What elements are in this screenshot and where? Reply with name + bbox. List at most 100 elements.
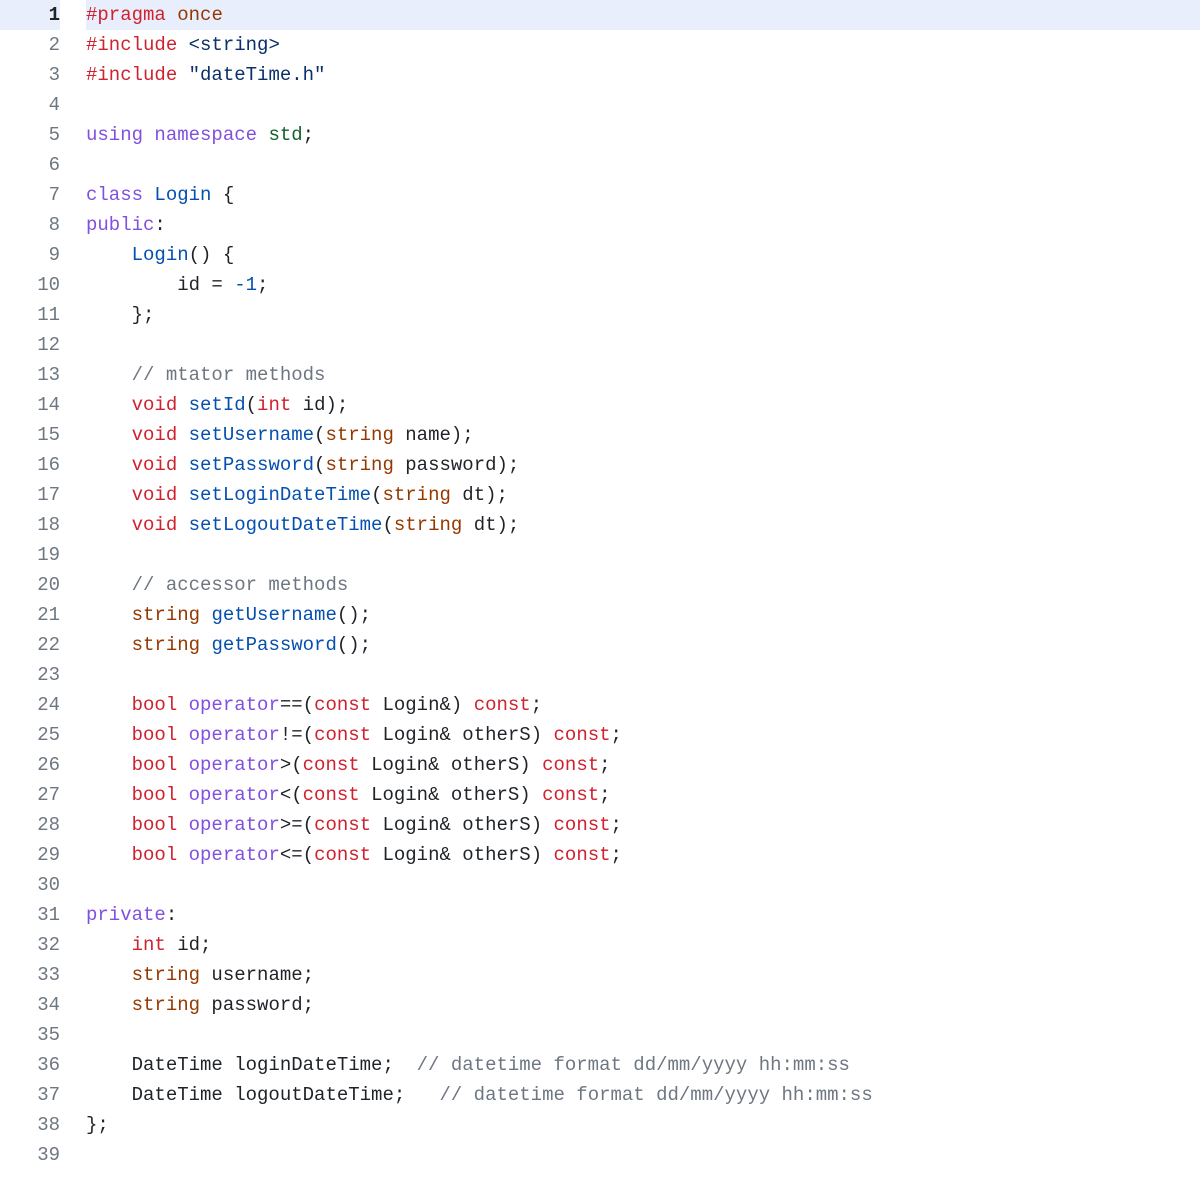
code-line [86, 870, 1200, 900]
line-number[interactable]: 18 [0, 510, 60, 540]
token-plain: ==( [280, 694, 314, 716]
code-line: public: [86, 210, 1200, 240]
line-number[interactable]: 9 [0, 240, 60, 270]
code-line: string username; [86, 960, 1200, 990]
line-number[interactable]: 17 [0, 480, 60, 510]
code-line [86, 90, 1200, 120]
token-def: public [86, 214, 154, 236]
line-number[interactable]: 2 [0, 30, 60, 60]
token-plain: <( [280, 784, 303, 806]
token-plain [86, 394, 132, 416]
code-line: DateTime logoutDateTime; // datetime for… [86, 1080, 1200, 1110]
token-plain: : [154, 214, 165, 236]
code-line: #pragma once [86, 0, 1200, 30]
line-number[interactable]: 33 [0, 960, 60, 990]
token-plain: ; [611, 844, 622, 866]
line-number[interactable]: 26 [0, 750, 60, 780]
token-plain: >=( [280, 814, 314, 836]
code-line: bool operator<=(const Login& otherS) con… [86, 840, 1200, 870]
token-plain [86, 364, 132, 386]
token-plain [86, 934, 132, 956]
token-def: operator [189, 694, 280, 716]
line-number[interactable]: 21 [0, 600, 60, 630]
line-number[interactable]: 19 [0, 540, 60, 570]
token-plain [86, 994, 132, 1016]
token-plain [177, 514, 188, 536]
token-func: setUsername [189, 424, 314, 446]
token-plain [177, 844, 188, 866]
line-number[interactable]: 10 [0, 270, 60, 300]
token-plain: username; [200, 964, 314, 986]
token-plain: }; [86, 304, 154, 326]
line-number[interactable]: 5 [0, 120, 60, 150]
code-line [86, 540, 1200, 570]
token-plain [177, 754, 188, 776]
line-number[interactable]: 7 [0, 180, 60, 210]
token-cls: once [177, 4, 223, 26]
code-line: bool operator<(const Login& otherS) cons… [86, 780, 1200, 810]
line-number[interactable]: 25 [0, 720, 60, 750]
token-def: class [86, 184, 143, 206]
token-func: getUsername [211, 604, 336, 626]
line-number[interactable]: 23 [0, 660, 60, 690]
token-plain: ( [382, 514, 393, 536]
line-number[interactable]: 1 [0, 0, 60, 30]
line-number[interactable]: 22 [0, 630, 60, 660]
line-number[interactable]: 14 [0, 390, 60, 420]
token-plain [177, 424, 188, 446]
token-plain: ( [314, 454, 325, 476]
line-number[interactable]: 4 [0, 90, 60, 120]
line-number[interactable]: 20 [0, 570, 60, 600]
token-def: namespace [154, 124, 257, 146]
code-line: // mtator methods [86, 360, 1200, 390]
token-type: const [303, 784, 360, 806]
line-number[interactable]: 3 [0, 60, 60, 90]
line-number[interactable]: 34 [0, 990, 60, 1020]
line-number[interactable]: 31 [0, 900, 60, 930]
line-number[interactable]: 29 [0, 840, 60, 870]
code-area[interactable]: #pragma once#include <string>#include "d… [74, 0, 1200, 1170]
line-number[interactable]: 11 [0, 300, 60, 330]
line-number[interactable]: 24 [0, 690, 60, 720]
line-number[interactable]: 6 [0, 150, 60, 180]
token-cls: string [132, 964, 200, 986]
line-number[interactable]: 8 [0, 210, 60, 240]
line-number[interactable]: 37 [0, 1080, 60, 1110]
token-def: private [86, 904, 166, 926]
line-number[interactable]: 39 [0, 1140, 60, 1170]
code-line [86, 330, 1200, 360]
line-number[interactable]: 16 [0, 450, 60, 480]
code-line: #include "dateTime.h" [86, 60, 1200, 90]
code-line: bool operator!=(const Login& otherS) con… [86, 720, 1200, 750]
token-plain: ( [314, 424, 325, 446]
code-line [86, 150, 1200, 180]
code-viewer: 1234567891011121314151617181920212223242… [0, 0, 1200, 1170]
token-str: "dateTime.h" [189, 64, 326, 86]
token-type: const [474, 694, 531, 716]
token-plain: Login& otherS) [360, 784, 542, 806]
line-number[interactable]: 12 [0, 330, 60, 360]
line-number[interactable]: 30 [0, 870, 60, 900]
token-plain [177, 394, 188, 416]
line-number[interactable]: 27 [0, 780, 60, 810]
line-number[interactable]: 13 [0, 360, 60, 390]
token-type: bool [132, 724, 178, 746]
code-line: string password; [86, 990, 1200, 1020]
line-number[interactable]: 35 [0, 1020, 60, 1050]
token-func: setLogoutDateTime [189, 514, 383, 536]
line-number[interactable]: 28 [0, 810, 60, 840]
token-plain [86, 604, 132, 626]
token-cmt: // datetime format dd/mm/yyyy hh:mm:ss [439, 1084, 872, 1106]
line-number[interactable]: 38 [0, 1110, 60, 1140]
token-plain [200, 604, 211, 626]
line-number[interactable]: 15 [0, 420, 60, 450]
code-line: id = -1; [86, 270, 1200, 300]
token-plain: DateTime logoutDateTime; [86, 1084, 439, 1106]
line-number[interactable]: 32 [0, 930, 60, 960]
token-plain [200, 634, 211, 656]
token-pp: #pragma [86, 4, 166, 26]
token-type: const [542, 784, 599, 806]
token-plain: (); [337, 604, 371, 626]
line-number[interactable]: 36 [0, 1050, 60, 1080]
token-plain [177, 34, 188, 56]
